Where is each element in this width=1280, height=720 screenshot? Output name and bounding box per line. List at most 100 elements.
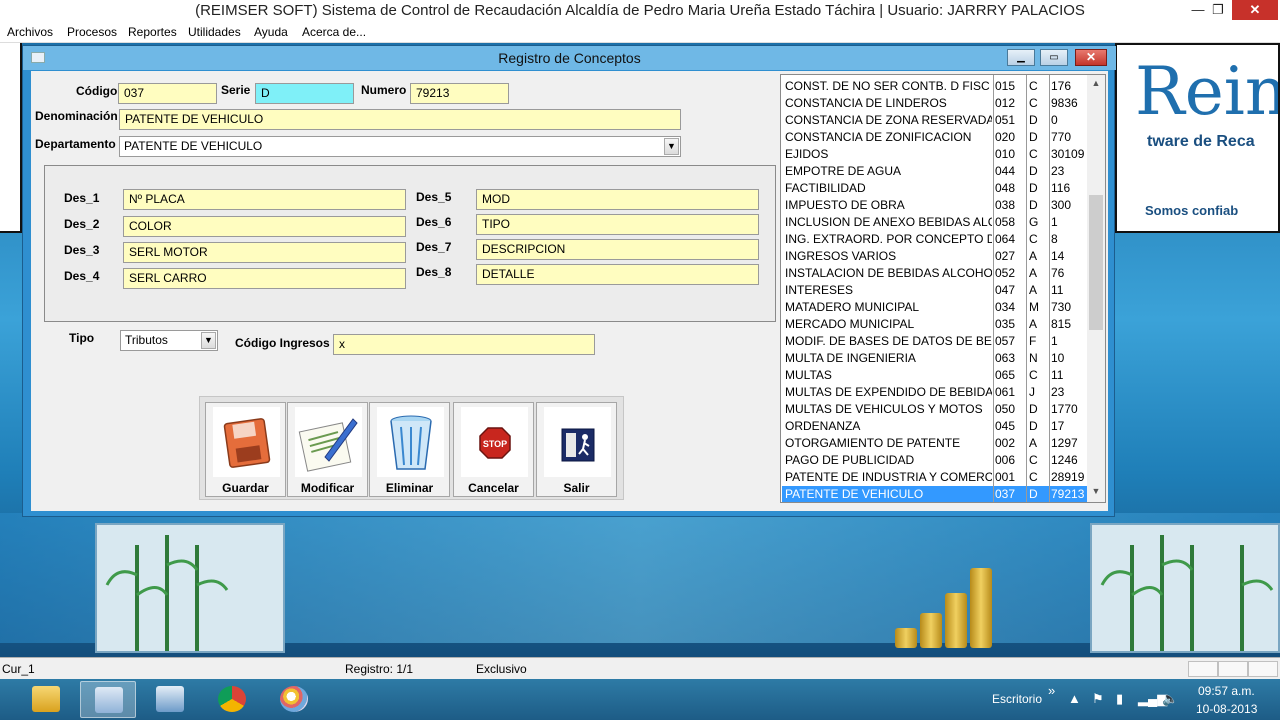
guardar-label: Guardar xyxy=(222,481,269,495)
concept-code: 010 xyxy=(995,147,1016,161)
departamento-select[interactable]: PATENTE DE VEHICULO ▼ xyxy=(119,136,681,157)
concept-name: INCLUSION DE ANEXO BEBIDAS ALC xyxy=(785,215,992,229)
list-item[interactable]: MODIF. DE BASES DE DATOS DE BEB 057 F 1 xyxy=(782,333,1087,350)
des1-label: Des_1 xyxy=(64,191,100,205)
departamento-label: Departamento xyxy=(35,137,116,151)
concept-code: 012 xyxy=(995,96,1016,110)
sugarcane-emblem-icon xyxy=(105,535,229,651)
list-item[interactable]: INSTALACION DE BEBIDAS ALCOHOL 052 A 76 xyxy=(782,265,1087,282)
scroll-thumb[interactable] xyxy=(1089,195,1103,330)
list-item[interactable]: MULTAS DE VEHICULOS Y MOTOS 050 D 1770 xyxy=(782,401,1087,418)
guardar-button[interactable]: Guardar xyxy=(205,402,286,497)
taskbar-paint[interactable] xyxy=(266,681,322,718)
stop-sign-text: STOP xyxy=(483,439,507,449)
clock-date[interactable]: 10-08-2013 xyxy=(1196,702,1257,716)
concept-number: 1297 xyxy=(1051,436,1078,450)
des7-field[interactable]: DESCRIPCION xyxy=(476,239,759,260)
concept-series: D xyxy=(1029,198,1038,212)
volume-icon[interactable]: 🔈 xyxy=(1162,691,1178,707)
action-center-flag-icon[interactable]: ⚑ xyxy=(1092,691,1104,707)
list-item[interactable]: CONST. DE NO SER CONTB. D FISC 015 C 176 xyxy=(782,78,1087,95)
chevron-down-icon[interactable]: ▼ xyxy=(201,332,216,349)
action-buttons-panel: Guardar Modificar Eliminar STOP Cancelar… xyxy=(199,396,624,500)
des1-field[interactable]: Nº PLACA xyxy=(123,189,406,210)
list-item[interactable]: CONSTANCIA DE ZONIFICACION 020 D 770 xyxy=(782,129,1087,146)
des6-field[interactable]: TIPO xyxy=(476,214,759,235)
concept-code: 038 xyxy=(995,198,1016,212)
des3-field[interactable]: SERL MOTOR xyxy=(123,242,406,263)
tipo-value: Tributos xyxy=(125,333,168,347)
tipo-label: Tipo xyxy=(69,331,95,345)
list-item[interactable]: INTERESES 047 A 11 xyxy=(782,282,1087,299)
toolbar-chevron-icon[interactable]: » xyxy=(1048,683,1055,698)
list-item[interactable]: OTORGAMIENTO DE PATENTE 002 A 1297 xyxy=(782,435,1087,452)
codigo-ingresos-field[interactable]: x xyxy=(333,334,595,355)
eliminar-button[interactable]: Eliminar xyxy=(369,402,450,497)
concept-number: 730 xyxy=(1051,300,1072,314)
list-item[interactable]: FACTIBILIDAD 048 D 116 xyxy=(782,180,1087,197)
des8-field[interactable]: DETALLE xyxy=(476,264,759,285)
serie-field[interactable]: D xyxy=(255,83,354,104)
list-item-selected[interactable]: PATENTE DE VEHICULO 037 D 79213 xyxy=(782,486,1087,502)
list-item[interactable]: INGRESOS VARIOS 027 A 14 xyxy=(782,248,1087,265)
des3-label: Des_3 xyxy=(64,243,100,257)
concept-number: 8 xyxy=(1051,232,1058,246)
concept-code: 037 xyxy=(995,487,1016,501)
list-item[interactable]: PAGO DE PUBLICIDAD 006 C 1246 xyxy=(782,452,1087,469)
list-item[interactable]: MULTAS DE EXPENDIDO DE BEBIDAS 061 J 23 xyxy=(782,384,1087,401)
escritorio-toolbar[interactable]: Escritorio xyxy=(992,692,1042,706)
clock-time[interactable]: 09:57 a.m. xyxy=(1198,684,1255,698)
taskbar-chrome[interactable] xyxy=(204,681,260,718)
list-item[interactable]: CONSTANCIA DE LINDEROS 012 C 9836 xyxy=(782,95,1087,112)
list-item[interactable]: MULTA DE INGENIERIA 063 N 10 xyxy=(782,350,1087,367)
numero-field[interactable]: 79213 xyxy=(410,83,509,104)
list-item[interactable]: EJIDOS 010 C 30109 xyxy=(782,146,1087,163)
list-item[interactable]: PATENTE DE INDUSTRIA Y COMERCIO 001 C 28919 xyxy=(782,469,1087,486)
menu-ayuda[interactable]: Ayuda xyxy=(254,25,288,39)
des2-field[interactable]: COLOR xyxy=(123,216,406,237)
concept-code: 002 xyxy=(995,436,1016,450)
menu-utilidades[interactable]: Utilidades xyxy=(188,25,241,39)
des4-field[interactable]: SERL CARRO xyxy=(123,268,406,289)
menu-acerca-de[interactable]: Acerca de... xyxy=(302,25,366,39)
concept-name: MERCADO MUNICIPAL xyxy=(785,317,915,331)
concept-number: 1246 xyxy=(1051,453,1078,467)
dialog-close-button[interactable]: ✕ xyxy=(1075,49,1107,66)
modificar-button[interactable]: Modificar xyxy=(287,402,368,497)
concept-number: 9836 xyxy=(1051,96,1078,110)
list-item[interactable]: MULTAS 065 C 11 xyxy=(782,367,1087,384)
list-item[interactable]: ORDENANZA 045 D 17 xyxy=(782,418,1087,435)
battery-icon[interactable]: ▮ xyxy=(1116,691,1123,707)
concept-name: MULTAS DE VEHICULOS Y MOTOS xyxy=(785,402,983,416)
taskbar-file-explorer[interactable] xyxy=(18,681,74,718)
des5-field[interactable]: MOD xyxy=(476,189,759,210)
taskbar-reimser-app[interactable] xyxy=(80,681,136,718)
conceptos-list[interactable]: CONST. DE NO SER CONTB. D FISC 015 C 176 CON… xyxy=(780,74,1106,503)
concept-series: D xyxy=(1029,487,1038,501)
scroll-down-icon[interactable]: ▼ xyxy=(1087,483,1105,499)
show-hidden-icons-icon[interactable]: ▲ xyxy=(1068,691,1081,706)
list-item[interactable]: EMPOTRE DE AGUA 044 D 23 xyxy=(782,163,1087,180)
list-item[interactable]: MERCADO MUNICIPAL 035 A 815 xyxy=(782,316,1087,333)
list-scrollbar[interactable]: ▲ ▼ xyxy=(1087,75,1105,502)
menu-procesos[interactable]: Procesos xyxy=(67,25,117,39)
chevron-down-icon[interactable]: ▼ xyxy=(664,138,679,155)
denominacion-field[interactable]: PATENTE DE VEHICULO xyxy=(119,109,681,130)
cancelar-button[interactable]: STOP Cancelar xyxy=(453,402,534,497)
dialog-minimize-button[interactable]: ▁ xyxy=(1007,49,1035,66)
list-item[interactable]: CONSTANCIA DE ZONA RESERVADA 051 D 0 xyxy=(782,112,1087,129)
list-item[interactable]: ING. EXTRAORD. POR CONCEPTO DI 064 C 8 xyxy=(782,231,1087,248)
dialog-restore-button[interactable]: ▭ xyxy=(1040,49,1068,66)
tipo-select[interactable]: Tributos ▼ xyxy=(120,330,218,351)
close-button[interactable]: ✕ xyxy=(1232,0,1278,20)
maximize-button[interactable]: ❐ xyxy=(1204,0,1232,20)
salir-button[interactable]: Salir xyxy=(536,402,617,497)
list-item[interactable]: MATADERO MUNICIPAL 034 M 730 xyxy=(782,299,1087,316)
menu-archivos[interactable]: Archivos xyxy=(7,25,53,39)
menu-reportes[interactable]: Reportes xyxy=(128,25,177,39)
taskbar-second-app[interactable] xyxy=(142,681,198,718)
scroll-up-icon[interactable]: ▲ xyxy=(1087,75,1105,91)
codigo-field[interactable]: 037 xyxy=(118,83,217,104)
list-item[interactable]: IMPUESTO DE OBRA 038 D 300 xyxy=(782,197,1087,214)
list-item[interactable]: INCLUSION DE ANEXO BEBIDAS ALC 058 G 1 xyxy=(782,214,1087,231)
